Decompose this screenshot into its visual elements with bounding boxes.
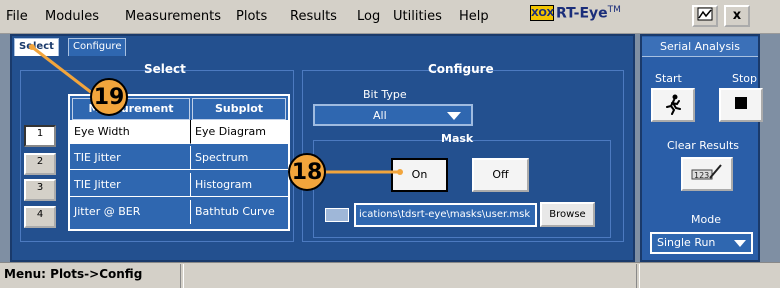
callout-19: 19 — [90, 78, 128, 116]
callout-19-line — [31, 45, 93, 95]
callout-19-dot — [29, 44, 35, 50]
callout-18: 18 — [288, 153, 326, 191]
callout-18-dot — [397, 169, 403, 175]
callout-leader-lines — [29, 44, 403, 175]
